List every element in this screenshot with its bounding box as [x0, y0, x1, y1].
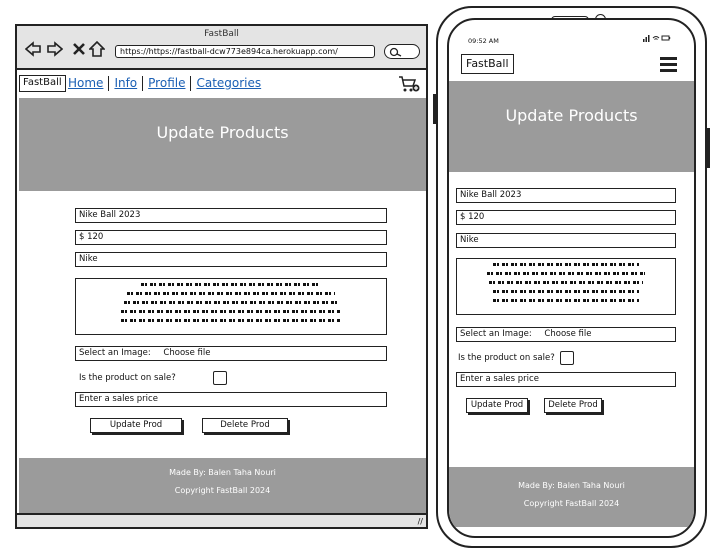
hero-banner: Update Products [19, 98, 426, 191]
page-title-mobile: Update Products [505, 106, 638, 125]
sale-price-input[interactable]: Enter a sales price [75, 392, 387, 407]
image-upload-field-mobile[interactable]: Select an Image: Choose file [456, 327, 676, 342]
nav-link-home[interactable]: Home [63, 76, 110, 91]
site-footer: Made By: Balen Taha Nouri Copyright Fast… [19, 458, 426, 513]
menu-hamburger-icon[interactable] [660, 57, 677, 72]
on-sale-question-mobile: Is the product on sale? [458, 353, 555, 363]
browser-statusbar: // [17, 513, 426, 527]
image-upload-field[interactable]: Select an Image: Choose file [75, 346, 387, 361]
update-product-button-mobile[interactable]: Update Prod [466, 398, 528, 413]
nav-link-profile[interactable]: Profile [143, 76, 192, 91]
image-upload-label: Select an Image: [79, 348, 151, 358]
product-description-textarea-mobile[interactable] [456, 258, 676, 315]
resize-grip-icon[interactable]: // [418, 517, 423, 526]
product-brand-input-mobile[interactable]: Nike [456, 233, 676, 248]
site-logo[interactable]: FastBall [19, 75, 66, 92]
forward-arrow-icon[interactable] [47, 41, 63, 57]
browser-search-button[interactable] [384, 44, 420, 59]
mobile-phone-frame: 09:52 AM FastBall Update Products Nike B… [433, 6, 710, 548]
nav-link-categories[interactable]: Categories [191, 76, 266, 91]
site-navbar: FastBall Home Info Profile Categories [17, 72, 426, 96]
volume-button [433, 94, 437, 124]
footer-made-by-mobile: Made By: Balen Taha Nouri [518, 481, 625, 490]
desktop-browser-window: FastBall https://https://fastball-dcw773… [15, 24, 428, 529]
choose-file-button-mobile[interactable]: Choose file [544, 329, 591, 339]
delete-product-button-mobile[interactable]: Delete Prod [544, 398, 602, 413]
status-icons [643, 34, 671, 44]
on-sale-question: Is the product on sale? [79, 373, 176, 383]
choose-file-button[interactable]: Choose file [163, 348, 210, 358]
site-logo-mobile[interactable]: FastBall [461, 54, 514, 74]
product-name-input[interactable]: Nike Ball 2023 [75, 208, 387, 223]
product-price-input-mobile[interactable]: $ 120 [456, 210, 676, 225]
product-price-input[interactable]: $ 120 [75, 230, 387, 245]
nav-link-info[interactable]: Info [109, 76, 144, 91]
page-title: Update Products [156, 123, 289, 142]
phone-screen: 09:52 AM FastBall Update Products Nike B… [447, 18, 696, 538]
update-product-button[interactable]: Update Prod [90, 418, 182, 433]
close-icon[interactable] [71, 41, 87, 57]
cart-icon[interactable] [398, 75, 420, 93]
window-title: FastBall [204, 29, 239, 39]
status-time: 09:52 AM [468, 37, 499, 45]
footer-made-by: Made By: Balen Taha Nouri [169, 468, 276, 477]
on-sale-checkbox-mobile[interactable] [560, 351, 574, 365]
product-name-input-mobile[interactable]: Nike Ball 2023 [456, 188, 676, 203]
search-icon [389, 47, 402, 57]
signal-wifi-battery-icon [643, 35, 671, 42]
hero-banner-mobile: Update Products [449, 81, 694, 172]
power-button [706, 128, 710, 168]
delete-product-button[interactable]: Delete Prod [202, 418, 288, 433]
back-arrow-icon[interactable] [25, 41, 41, 57]
footer-copyright-mobile: Copyright FastBall 2024 [523, 499, 620, 508]
image-upload-label-mobile: Select an Image: [460, 329, 532, 339]
home-icon[interactable] [89, 41, 105, 57]
address-bar[interactable]: https://https://fastball-dcw773e894ca.he… [115, 45, 375, 58]
nav-links: Home Info Profile Categories [63, 76, 266, 91]
on-sale-checkbox[interactable] [213, 371, 227, 385]
sale-price-input-mobile[interactable]: Enter a sales price [456, 372, 676, 387]
browser-titlebar: FastBall https://https://fastball-dcw773… [17, 26, 426, 70]
product-description-textarea[interactable] [75, 278, 387, 335]
site-footer-mobile: Made By: Balen Taha Nouri Copyright Fast… [449, 467, 694, 527]
footer-copyright: Copyright FastBall 2024 [174, 486, 271, 495]
product-brand-input[interactable]: Nike [75, 252, 387, 267]
